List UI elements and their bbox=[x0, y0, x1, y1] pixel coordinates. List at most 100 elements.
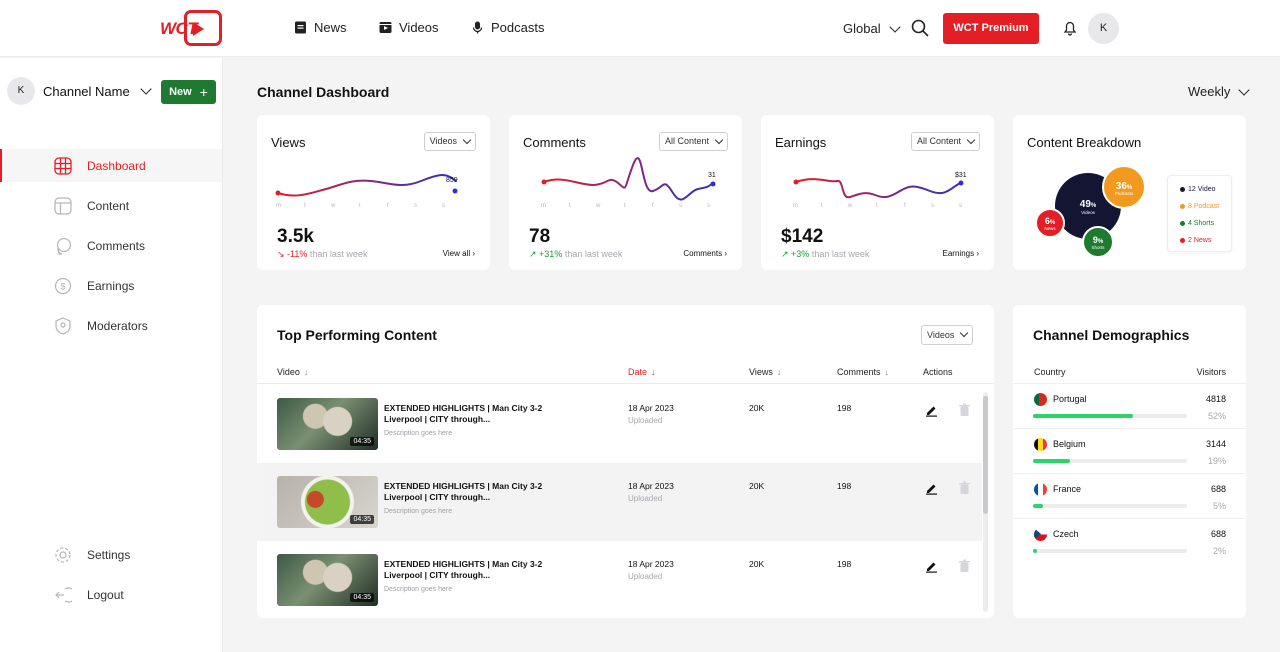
column-header-country: Country bbox=[1034, 367, 1066, 377]
legend-item: 12 Video bbox=[1180, 186, 1216, 193]
content-filter-select[interactable]: Videos bbox=[921, 325, 974, 345]
header-divider bbox=[257, 383, 994, 384]
link-label: Comments bbox=[683, 249, 723, 258]
share-percent: 52% bbox=[1207, 411, 1226, 421]
delta-caption: than last week bbox=[309, 249, 368, 259]
bell-icon[interactable] bbox=[1062, 20, 1078, 36]
column-header-date[interactable]: Date ↓ bbox=[628, 367, 656, 377]
logo-text: WCT bbox=[160, 19, 198, 38]
video-title[interactable]: EXTENDED HIGHLIGHTS | Man City 3-2 Liver… bbox=[384, 559, 574, 580]
trend-up-icon: ↗ bbox=[781, 249, 792, 259]
edit-icon[interactable] bbox=[925, 559, 938, 573]
column-header-views[interactable]: Views ↓ bbox=[749, 367, 781, 377]
sidebar-item-label: Logout bbox=[87, 587, 124, 602]
delta-percent: +3% bbox=[791, 249, 810, 259]
card-title: Content Breakdown bbox=[1027, 135, 1142, 150]
france-flag-icon bbox=[1034, 483, 1047, 496]
sidebar-item-content[interactable]: Content bbox=[0, 189, 222, 222]
demographics-card: Channel Demographics Country Visitors Po… bbox=[1013, 305, 1246, 618]
nav-videos[interactable]: Videos bbox=[379, 20, 439, 35]
delta-percent: -11% bbox=[287, 249, 308, 259]
sidebar-item-earnings[interactable]: $ Earnings bbox=[0, 269, 222, 302]
comments-sparkline: 31 m t w t f s s bbox=[541, 157, 716, 209]
share-percent: 2% bbox=[1212, 546, 1226, 556]
earnings-filter-select[interactable]: All Content bbox=[910, 132, 980, 151]
bubble-label: News bbox=[1044, 226, 1056, 231]
table-scrollbar-thumb[interactable] bbox=[983, 396, 988, 514]
nav-news[interactable]: News bbox=[294, 20, 347, 35]
moderators-icon bbox=[55, 316, 71, 335]
day-label: s bbox=[959, 203, 962, 209]
visitor-count: 688 bbox=[1210, 484, 1226, 494]
settings-icon bbox=[55, 546, 71, 563]
views-cell: 20K bbox=[749, 403, 765, 413]
demographics-row: Portugal 4818 52% bbox=[1013, 383, 1246, 428]
legend-item: 4 Shorts bbox=[1180, 220, 1214, 227]
sidebar-item-comments[interactable]: Comments bbox=[0, 229, 222, 262]
sidebar-item-moderators[interactable]: Moderators bbox=[0, 309, 222, 342]
earnings-value: $142 bbox=[781, 226, 824, 247]
edit-icon[interactable] bbox=[925, 403, 938, 417]
day-label: w bbox=[330, 203, 336, 209]
comments-card: Comments All Content 31 m t w t f s s 78 ↗ +31… bbox=[509, 115, 742, 270]
premium-button[interactable]: WCT Premium bbox=[943, 13, 1039, 44]
table-row[interactable]: 04:35 EXTENDED HIGHLIGHTS | Man City 3-2… bbox=[257, 541, 982, 618]
edit-icon[interactable] bbox=[925, 481, 938, 495]
trash-icon[interactable] bbox=[958, 403, 971, 417]
video-title[interactable]: EXTENDED HIGHLIGHTS | Man City 3-2 Liver… bbox=[384, 403, 574, 424]
views-filter-select[interactable]: Videos bbox=[423, 132, 476, 151]
sidebar-item-settings[interactable]: Settings bbox=[0, 538, 222, 571]
sidebar-item-logout[interactable]: Logout bbox=[0, 578, 222, 611]
section-title: Top Performing Content bbox=[277, 327, 437, 343]
channel-selector[interactable]: K Channel Name bbox=[7, 77, 152, 105]
play-icon bbox=[193, 22, 204, 36]
comments-link[interactable]: Comments › bbox=[683, 249, 727, 258]
country-name: Czech bbox=[1053, 529, 1079, 539]
video-thumbnail[interactable]: 04:35 bbox=[277, 554, 378, 606]
new-button-label: New bbox=[169, 86, 192, 98]
day-label: w bbox=[595, 203, 601, 209]
day-label: t bbox=[304, 203, 306, 209]
comments-cell: 198 bbox=[837, 559, 852, 569]
share-bar bbox=[1033, 549, 1187, 553]
region-select[interactable]: Global bbox=[843, 20, 901, 36]
earnings-link[interactable]: Earnings › bbox=[943, 249, 979, 258]
column-header-comments[interactable]: Comments ↓ bbox=[837, 367, 889, 377]
comments-value: 78 bbox=[529, 226, 551, 247]
duration-badge: 04:35 bbox=[350, 593, 374, 602]
wct-logo[interactable]: WCT bbox=[160, 10, 224, 48]
sparkline-end-label: $31 bbox=[955, 172, 967, 179]
view-all-link[interactable]: View all › bbox=[443, 249, 475, 258]
video-thumbnail[interactable]: 04:35 bbox=[277, 476, 378, 528]
views-delta: ↘ -11% than last week bbox=[277, 249, 367, 260]
search-icon[interactable] bbox=[911, 19, 929, 37]
sidebar-item-dashboard[interactable]: Dashboard bbox=[0, 149, 222, 182]
column-header-actions: Actions bbox=[923, 367, 953, 377]
delta-caption: than last week bbox=[564, 249, 623, 259]
video-thumbnail[interactable]: 04:35 bbox=[277, 398, 378, 450]
period-select[interactable]: Weekly bbox=[1188, 83, 1251, 99]
comments-filter-select[interactable]: All Content bbox=[658, 132, 728, 151]
trash-icon[interactable] bbox=[958, 559, 971, 573]
nav-podcasts[interactable]: Podcasts bbox=[471, 20, 544, 35]
day-label: s bbox=[679, 203, 682, 209]
duration-badge: 04:35 bbox=[350, 437, 374, 446]
column-header-video[interactable]: Video ↓ bbox=[277, 367, 308, 377]
news-icon bbox=[295, 21, 306, 34]
video-title[interactable]: EXTENDED HIGHLIGHTS | Man City 3-2 Liver… bbox=[384, 481, 574, 502]
trash-icon[interactable] bbox=[958, 481, 971, 495]
plus-icon: + bbox=[199, 84, 208, 100]
new-button[interactable]: New + bbox=[161, 80, 216, 104]
table-row[interactable]: 04:35 EXTENDED HIGHLIGHTS | Man City 3-2… bbox=[257, 463, 982, 541]
views-card: Views Videos 859 m t w t f s s 3.5k ↘ -11% tha… bbox=[257, 115, 490, 270]
video-description: Description goes here bbox=[384, 508, 453, 515]
share-bar-fill bbox=[1033, 549, 1037, 553]
table-row[interactable]: 04:35 EXTENDED HIGHLIGHTS | Man City 3-2… bbox=[257, 385, 982, 463]
svg-text:$: $ bbox=[60, 281, 65, 291]
visitor-count: 4818 bbox=[1205, 394, 1226, 404]
date-value: 18 Apr 2023 bbox=[628, 481, 674, 491]
user-avatar[interactable]: K bbox=[1088, 13, 1119, 44]
country-name: France bbox=[1053, 484, 1082, 494]
views-sparkline: 859 m t w t f s s bbox=[275, 174, 458, 209]
day-label: m bbox=[541, 203, 546, 209]
